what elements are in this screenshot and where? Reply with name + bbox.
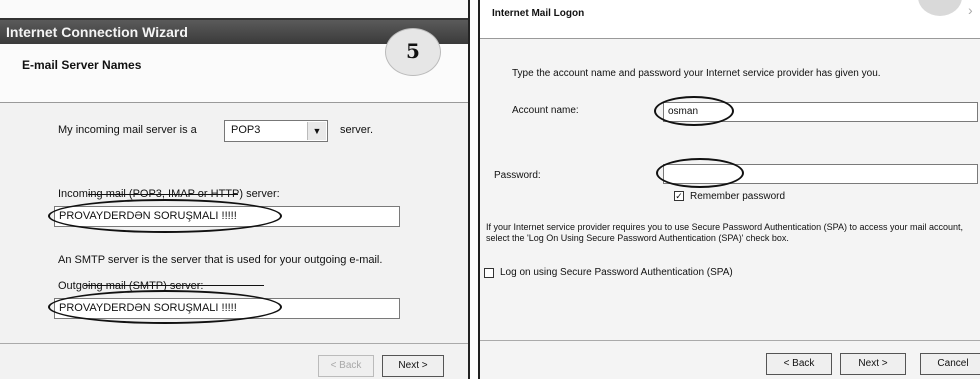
next-button[interactable]: Next >	[840, 353, 906, 375]
internet-connection-wizard-panel: Internet Connection Wizard E-mail Server…	[0, 0, 470, 379]
account-name-label: Account name:	[512, 105, 579, 116]
scribble-line	[88, 194, 238, 195]
spa-checkbox[interactable]	[484, 268, 494, 278]
footer-divider	[480, 340, 980, 341]
internet-mail-logon-panel: Internet Mail Logon › Type the account n…	[478, 0, 980, 379]
scribble-line	[84, 285, 264, 286]
cancel-button[interactable]: Cancel	[920, 353, 980, 375]
checkmark-icon: ✓	[675, 191, 683, 201]
footer-divider	[0, 343, 468, 344]
highlight-ellipse	[48, 199, 282, 233]
highlight-ellipse	[48, 290, 282, 324]
window-top-strip	[0, 0, 468, 20]
spa-note: If your Internet service provider requir…	[486, 222, 964, 243]
page-title: Internet Mail Logon	[492, 8, 585, 19]
page-title: E-mail Server Names	[22, 58, 142, 72]
password-label: Password:	[494, 170, 541, 181]
highlight-ellipse	[654, 96, 734, 126]
smtp-note: An SMTP server is the server that is use…	[58, 254, 383, 266]
step-badge-circle	[918, 0, 962, 16]
step-number-badge: 5	[385, 28, 441, 76]
chevron-down-icon[interactable]: ▼	[307, 122, 326, 140]
chevron-right-icon: ›	[968, 2, 973, 18]
remember-password-checkbox[interactable]: ✓	[674, 191, 684, 201]
back-button[interactable]: < Back	[766, 353, 832, 375]
back-button[interactable]: < Back	[318, 355, 374, 377]
logon-header: Internet Mail Logon ›	[480, 0, 980, 39]
next-button[interactable]: Next >	[382, 355, 444, 377]
server-type-select[interactable]: POP3 ▼	[224, 120, 328, 142]
server-type-value: POP3	[231, 124, 261, 136]
remember-password-label: Remember password	[690, 191, 786, 202]
highlight-ellipse	[656, 158, 744, 188]
server-suffix-label: server.	[340, 124, 374, 136]
incoming-server-type-label: My incoming mail server is a	[58, 124, 197, 136]
logon-instructions: Type the account name and password your …	[512, 68, 881, 79]
spa-label: Log on using Secure Password Authenticat…	[500, 267, 733, 278]
